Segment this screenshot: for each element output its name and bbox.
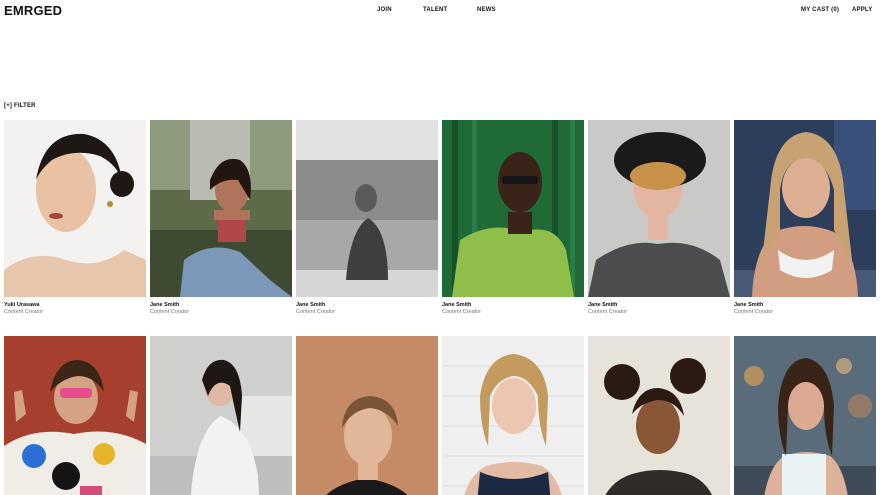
apply-link[interactable]: APPLY bbox=[852, 7, 872, 13]
talent-photo bbox=[296, 336, 438, 495]
talent-card[interactable]: Jane Smith Content Creator bbox=[588, 120, 730, 316]
talent-photo bbox=[734, 120, 876, 297]
talent-card[interactable] bbox=[296, 336, 438, 495]
talent-role: Content Creator bbox=[296, 309, 336, 315]
talent-photo bbox=[442, 336, 584, 495]
talent-name: Jane Smith bbox=[442, 302, 472, 308]
talent-photo bbox=[588, 336, 730, 495]
talent-card[interactable] bbox=[4, 336, 146, 495]
talent-role: Content Creator bbox=[442, 309, 482, 315]
talent-name: Jane Smith bbox=[588, 302, 618, 308]
top-navigation: EMRGED JOIN TALENT NEWS MY CAST (0) APPL… bbox=[0, 0, 880, 22]
talent-photo bbox=[150, 120, 292, 297]
talent-role: Content Creator bbox=[588, 309, 628, 315]
talent-card[interactable] bbox=[150, 336, 292, 495]
talent-name: Jane Smith bbox=[150, 302, 180, 308]
nav-news-link[interactable]: NEWS bbox=[477, 7, 496, 13]
talent-photo bbox=[588, 120, 730, 297]
nav-talent-link[interactable]: TALENT bbox=[423, 7, 447, 13]
nav-join-link[interactable]: JOIN bbox=[377, 7, 392, 13]
talent-card[interactable]: Jane Smith Content Creator bbox=[150, 120, 292, 316]
talent-name: Jane Smith bbox=[296, 302, 326, 308]
my-cast-link[interactable]: MY CAST (0) bbox=[801, 7, 839, 13]
talent-card[interactable]: Jane Smith Content Creator bbox=[296, 120, 438, 316]
talent-card[interactable] bbox=[734, 336, 876, 495]
talent-photo bbox=[296, 120, 438, 297]
talent-card[interactable] bbox=[588, 336, 730, 495]
talent-name: Jane Smith bbox=[734, 302, 764, 308]
talent-role: Content Creator bbox=[150, 309, 190, 315]
filter-toggle[interactable]: [+] FILTER bbox=[4, 103, 36, 109]
talent-photo bbox=[4, 120, 146, 297]
talent-photo bbox=[4, 336, 146, 495]
talent-role: Content Creator bbox=[734, 309, 774, 315]
talent-card[interactable]: Jane Smith Content Creator bbox=[734, 120, 876, 316]
talent-card[interactable] bbox=[442, 336, 584, 495]
talent-photo bbox=[150, 336, 292, 495]
brand-logo[interactable]: EMRGED bbox=[4, 3, 62, 18]
talent-card[interactable]: Jane Smith Content Creator bbox=[442, 120, 584, 316]
talent-role: Content Creator bbox=[4, 309, 44, 315]
talent-name: Yuki Urasawa bbox=[4, 302, 40, 308]
talent-card[interactable]: Yuki Urasawa Content Creator bbox=[4, 120, 146, 316]
talent-photo bbox=[442, 120, 584, 297]
talent-photo bbox=[734, 336, 876, 495]
